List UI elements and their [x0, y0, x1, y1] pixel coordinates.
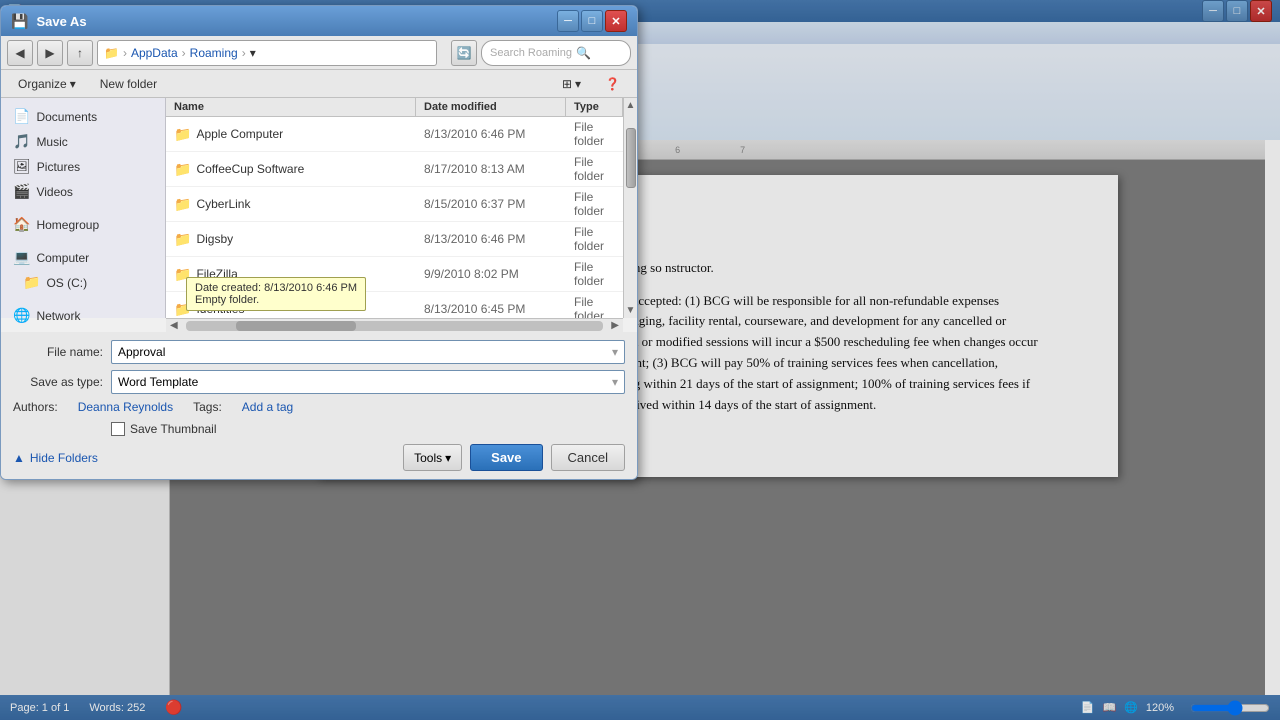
scroll-up-arrow[interactable]: ▲	[624, 98, 638, 113]
scrollbar-thumb[interactable]	[626, 128, 636, 188]
computer-icon: 💻	[13, 249, 30, 266]
documents-icon: 📄	[13, 108, 30, 125]
folder-icon: 📁	[174, 161, 191, 178]
breadcrumb-dropdown[interactable]: ▾	[250, 46, 256, 60]
breadcrumb-roaming[interactable]: Roaming	[190, 46, 238, 60]
dialog-footer: File name: Approval ▾ Save as type: Word…	[1, 332, 637, 479]
action-row: ▲ Hide Folders Tools ▾ Save Cancel	[13, 444, 625, 471]
dialog-maximize-btn[interactable]: □	[581, 10, 603, 32]
col-date[interactable]: Date modified	[416, 98, 566, 116]
videos-icon: 🎬	[13, 183, 30, 200]
add-tag-link[interactable]: Add a tag	[242, 400, 293, 414]
sidebar-item-pictures[interactable]: 🖼 Pictures	[1, 154, 165, 179]
search-box: Search Roaming 🔍	[481, 40, 631, 66]
scroll-right-arrow[interactable]: ▶	[607, 320, 623, 331]
file-list-area: Name Date modified Type 📁Apple Computer …	[166, 98, 623, 318]
search-icon[interactable]: 🔍	[576, 46, 591, 60]
folder-icon: 📁	[174, 231, 191, 248]
h-scrollbar-track[interactable]	[186, 321, 604, 331]
file-name-dropdown[interactable]: ▾	[612, 345, 618, 359]
table-row[interactable]: 📁CoffeeCup Software 8/17/2010 8:13 AM Fi…	[166, 152, 623, 187]
save-button[interactable]: Save	[470, 444, 542, 471]
search-placeholder: Search Roaming	[490, 47, 572, 59]
help-icon: ❓	[605, 77, 620, 91]
new-folder-button[interactable]: New folder	[91, 74, 166, 94]
h-scrollbar-thumb[interactable]	[236, 321, 356, 331]
cancel-button[interactable]: Cancel	[551, 444, 625, 471]
col-name[interactable]: Name	[166, 98, 416, 116]
tags-label: Tags:	[193, 400, 222, 414]
hide-folders-icon: ▲	[13, 451, 25, 465]
breadcrumb-bar: 📁 › AppData › Roaming › ▾	[97, 40, 437, 66]
folder-icon: 📁	[174, 126, 191, 143]
dialog-minimize-btn[interactable]: ─	[557, 10, 579, 32]
save-as-dialog: 💾 Save As ─ □ ✕ ◀ ▶ ↑ 📁 › AppData › R	[0, 5, 638, 480]
save-type-dropdown[interactable]: ▾	[612, 375, 618, 389]
sidebar-item-homegroup[interactable]: 🏠 Homegroup	[1, 212, 165, 237]
scroll-left-arrow[interactable]: ◀	[166, 320, 182, 331]
sidebar-item-music[interactable]: 🎵 Music	[1, 129, 165, 154]
table-row[interactable]: 📁Apple Computer 8/13/2010 6:46 PM File f…	[166, 117, 623, 152]
help-button[interactable]: ❓	[596, 74, 629, 94]
refresh-button[interactable]: 🔄	[451, 40, 477, 66]
dialog-overlay: 💾 Save As ─ □ ✕ ◀ ▶ ↑ 📁 › AppData › R	[0, 0, 1280, 720]
file-list-header: Name Date modified Type	[166, 98, 623, 117]
meta-row: Authors: Deanna Reynolds Tags: Add a tag	[13, 400, 625, 414]
dialog-nav: ◀ ▶ ↑ 📁 › AppData › Roaming › ▾ 🔄 Search…	[1, 36, 637, 70]
back-button[interactable]: ◀	[7, 40, 33, 66]
horizontal-scrollbar[interactable]: ◀ ▶	[166, 318, 623, 332]
music-icon: 🎵	[13, 133, 30, 150]
views-icon: ⊞	[562, 77, 572, 91]
save-as-type-label: Save as type:	[13, 375, 103, 389]
thumbnail-row: Save Thumbnail	[111, 422, 625, 436]
organize-chevron: ▾	[70, 77, 76, 91]
table-row[interactable]: 📁CyberLink 8/15/2010 6:37 PM File folder	[166, 187, 623, 222]
action-buttons: Tools ▾ Save Cancel	[403, 444, 625, 471]
hide-folders-button[interactable]: ▲ Hide Folders	[13, 451, 98, 465]
organize-button[interactable]: Organize ▾	[9, 74, 85, 94]
save-as-type-input[interactable]: Word Template ▾	[111, 370, 625, 394]
breadcrumb-appdata[interactable]: AppData	[131, 46, 178, 60]
file-name-row: File name: Approval ▾	[13, 340, 625, 364]
table-row[interactable]: 📁Digsby 8/13/2010 6:46 PM File folder	[166, 222, 623, 257]
breadcrumb-root[interactable]: 📁	[104, 46, 119, 60]
file-name-input[interactable]: Approval ▾	[111, 340, 625, 364]
sidebar-item-network[interactable]: 🌐 Network	[1, 303, 165, 328]
dialog-body: 📄 Documents 🎵 Music 🖼 Pictures 🎬 Videos	[1, 98, 637, 318]
save-as-type-row: Save as type: Word Template ▾	[13, 370, 625, 394]
up-button[interactable]: ↑	[67, 40, 93, 66]
homegroup-icon: 🏠	[13, 216, 30, 233]
sidebar-item-documents[interactable]: 📄 Documents	[1, 104, 165, 129]
tools-chevron: ▾	[445, 451, 451, 465]
scroll-down-arrow[interactable]: ▼	[624, 303, 638, 318]
folder-icon: 📁	[174, 196, 191, 213]
save-as-icon: 💾	[11, 13, 28, 30]
views-chevron: ▾	[575, 77, 581, 91]
tools-button[interactable]: Tools ▾	[403, 444, 462, 471]
file-name-label: File name:	[13, 345, 103, 359]
authors-value[interactable]: Deanna Reynolds	[78, 400, 173, 414]
dialog-title: Save As	[36, 14, 86, 29]
network-icon: 🌐	[13, 307, 30, 324]
dialog-close-btn[interactable]: ✕	[605, 10, 627, 32]
dialog-titlebar: 💾 Save As ─ □ ✕	[1, 6, 637, 36]
filezilla-tooltip: Date created: 8/13/2010 6:46 PM Empty fo…	[186, 277, 366, 311]
dialog-sidebar: 📄 Documents 🎵 Music 🖼 Pictures 🎬 Videos	[1, 98, 166, 318]
thumbnail-checkbox[interactable]	[111, 422, 125, 436]
drive-icon: 📁	[23, 274, 40, 291]
dialog-toolbar: Organize ▾ New folder ⊞ ▾ ❓	[1, 70, 637, 98]
sidebar-item-osc[interactable]: 📁 OS (C:)	[1, 270, 165, 295]
forward-button[interactable]: ▶	[37, 40, 63, 66]
table-row[interactable]: 📁FileZilla 9/9/2010 8:02 PM File folder …	[166, 257, 623, 292]
file-list-scrollbar[interactable]: ▲ ▼	[623, 98, 637, 318]
views-button[interactable]: ⊞ ▾	[553, 74, 590, 94]
sidebar-item-videos[interactable]: 🎬 Videos	[1, 179, 165, 204]
authors-label: Authors:	[13, 400, 58, 414]
col-type[interactable]: Type	[566, 98, 623, 116]
pictures-icon: 🖼	[13, 158, 31, 175]
thumbnail-label: Save Thumbnail	[130, 422, 217, 436]
sidebar-item-computer[interactable]: 💻 Computer	[1, 245, 165, 270]
